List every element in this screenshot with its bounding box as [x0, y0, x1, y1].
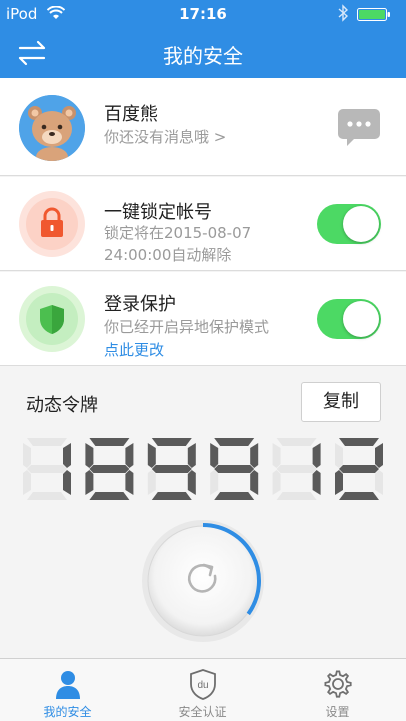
shield-icon-circle: [19, 286, 85, 352]
gear-icon: [324, 670, 352, 698]
tab-settings[interactable]: 设置: [270, 659, 405, 721]
tab-security-auth[interactable]: du 安全认证: [135, 659, 270, 721]
message-status[interactable]: 你还没有消息哦 >: [104, 126, 226, 148]
lock-account-desc-1: 锁定将在2015-08-07: [104, 224, 252, 242]
login-protect-desc: 你已经开启异地保护模式: [104, 318, 270, 336]
profile-row[interactable]: 百度熊 你还没有消息哦 >: [0, 78, 406, 176]
digit-6-segment-c: [375, 470, 383, 495]
digit-1-segment-f: [23, 443, 31, 468]
login-protect-title: 登录保护: [104, 294, 176, 315]
lock-icon-circle: [19, 191, 85, 257]
lock-account-title: 一键锁定帐号: [104, 202, 212, 223]
message-bubble-icon[interactable]: [337, 108, 381, 148]
profile-name: 百度熊: [104, 104, 158, 125]
digit-2-segment-a: [89, 438, 130, 446]
digit-6-segment-d: [339, 492, 379, 500]
digit-6-segment-b: [375, 443, 383, 468]
bear-avatar-icon: [19, 95, 85, 161]
digit-3-segment-d: [151, 492, 192, 500]
digit-4-segment-g: [214, 465, 255, 473]
refresh-button[interactable]: [140, 518, 266, 644]
nav-bar: 我的安全: [0, 28, 406, 78]
du-shield-icon: du: [190, 669, 216, 700]
digit-6-segment-a: [339, 438, 379, 446]
lock-account-row: 一键锁定帐号 锁定将在2015-08-07 24:00:00自动解除: [0, 177, 406, 271]
digit-4-segment-b: [250, 443, 259, 468]
copy-button[interactable]: 复制: [301, 382, 381, 422]
token-title: 动态令牌: [26, 395, 98, 416]
digit-2-segment-e: [85, 470, 94, 495]
lock-account-desc-2: 24:00:00自动解除: [104, 246, 232, 264]
digit-1-segment-g: [27, 465, 67, 473]
login-protect-toggle[interactable]: [317, 299, 381, 339]
digit-5-segment-a: [276, 438, 317, 446]
digit-3-segment-g: [151, 465, 192, 473]
login-protect-row: 登录保护 你已经开启异地保护模式 点此更改: [0, 272, 406, 366]
digit-2-segment-f: [85, 443, 94, 468]
digit-3-segment-b: [187, 443, 196, 468]
avatar[interactable]: [19, 95, 85, 161]
shield-icon: [26, 293, 78, 345]
person-icon: [56, 671, 80, 699]
digit-2-segment-c: [125, 470, 134, 495]
battery-icon: [357, 8, 390, 21]
tab-my-security[interactable]: 我的安全: [0, 659, 135, 721]
digit-5-segment-b: [312, 443, 321, 468]
token-section: 动态令牌 复制: [0, 366, 406, 658]
digit-1-segment-a: [27, 438, 67, 446]
digit-4-segment-a: [214, 438, 255, 446]
tab-bar: 我的安全 du 安全认证 设置: [0, 658, 406, 721]
digit-5-segment-d: [276, 492, 317, 500]
digit-2-segment-g: [89, 465, 130, 473]
digit-6-segment-e: [335, 470, 343, 495]
toggle-knob: [343, 301, 379, 337]
digit-1-segment-e: [23, 470, 31, 495]
svg-text:du: du: [197, 680, 208, 691]
lock-icon: [26, 198, 78, 250]
digit-4-segment-d: [214, 492, 255, 500]
tab-label: 设置: [325, 705, 350, 719]
tab-label: 安全认证: [178, 705, 227, 719]
change-mode-link[interactable]: 点此更改: [104, 339, 164, 360]
digit-5-segment-e: [272, 470, 281, 495]
digit-5-segment-c: [312, 470, 321, 495]
digit-1-segment-d: [27, 492, 67, 500]
digit-1-segment-b: [63, 443, 71, 468]
digit-4-segment-f: [210, 443, 219, 468]
bluetooth-icon: [338, 4, 349, 22]
digit-4-segment-c: [250, 470, 259, 495]
digit-2-segment-b: [125, 443, 134, 468]
tab-label: 我的安全: [43, 705, 92, 719]
digit-3-segment-e: [147, 470, 156, 495]
digit-3-segment-c: [187, 470, 196, 495]
digit-4-segment-e: [210, 470, 219, 495]
digit-2-segment-d: [89, 492, 130, 500]
digit-1-segment-c: [63, 470, 71, 495]
digit-3-segment-f: [147, 443, 156, 468]
token-code-display: [23, 438, 383, 500]
toggle-knob: [343, 206, 379, 242]
digit-3-segment-a: [151, 438, 192, 446]
digit-6-segment-f: [335, 443, 343, 468]
digit-5-segment-f: [272, 443, 281, 468]
page-title: 我的安全: [163, 44, 243, 68]
digit-6-segment-g: [339, 465, 379, 473]
digit-5-segment-g: [276, 465, 317, 473]
status-bar: iPod 17:16: [0, 0, 406, 28]
lock-account-toggle[interactable]: [317, 204, 381, 244]
